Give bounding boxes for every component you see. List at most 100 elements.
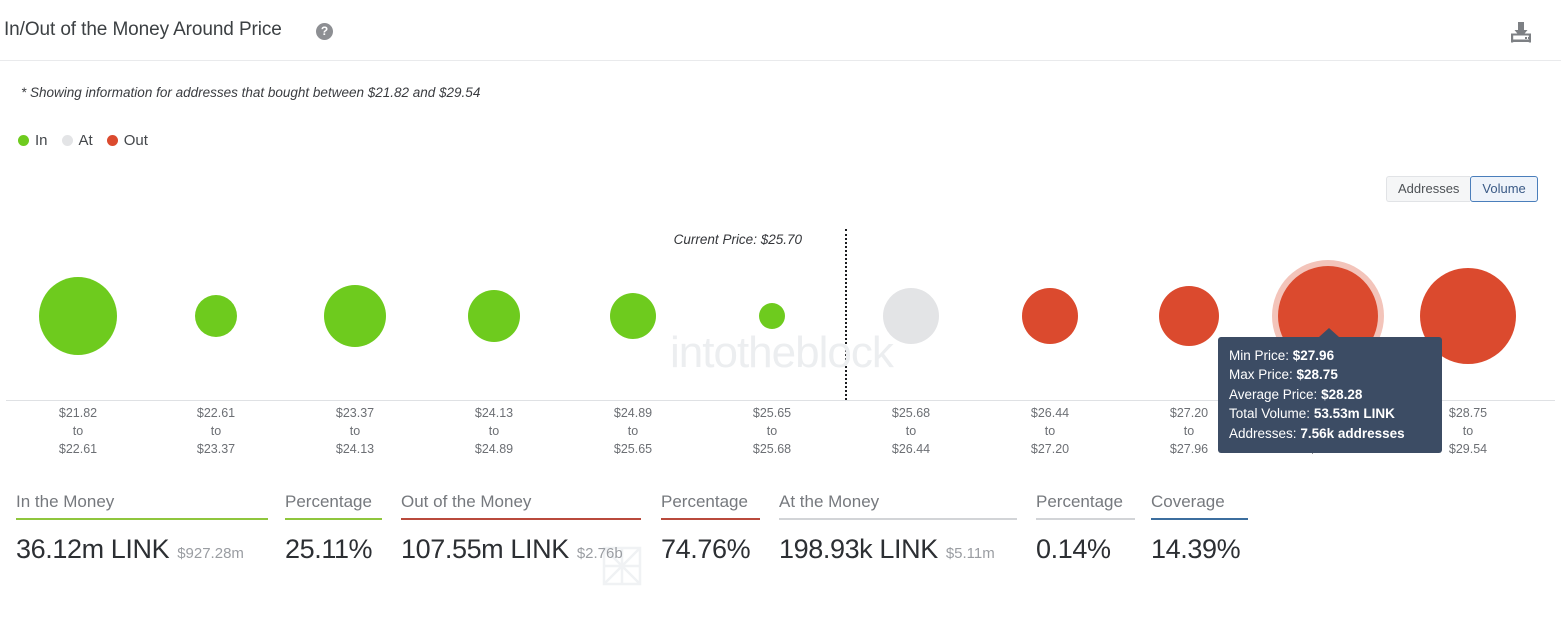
x-axis-tick-1: $21.82to$22.61 [18,404,138,458]
tooltip-row-label: Total Volume: [1229,406,1310,421]
range-note: * Showing information for addresses that… [21,85,480,100]
bubble-in-1[interactable] [39,277,117,355]
tick-high: $27.20 [990,440,1110,458]
stat-values: 198.93k LINK $5.11m [779,534,1017,565]
stat-block-percentage: Percentage 25.11% [285,492,382,565]
stat-label: Percentage [1036,492,1135,518]
stat-label: Percentage [661,492,760,518]
stat-values: 0.14% [1036,534,1135,565]
stat-label: At the Money [779,492,1017,518]
stat-values: 107.55m LINK$2.76b [401,534,641,565]
stat-label: Out of the Money [401,492,641,518]
tick-low: $25.68 [851,404,971,422]
tooltip-row: Total Volume: 53.53m LINK [1229,404,1431,423]
legend-label-in: In [35,132,48,149]
stat-underline [16,518,268,520]
bubble-in-5[interactable] [610,293,656,339]
x-axis-tick-2: $22.61to$23.37 [156,404,276,458]
tooltip-row-label: Average Price: [1229,387,1317,402]
tick-high: $25.65 [573,440,693,458]
x-axis-tick-6: $25.65to$25.68 [712,404,832,458]
tick-to: to [156,422,276,440]
legend: In At Out [18,132,162,149]
stat-main-value: 74.76% [661,534,750,565]
legend-item-in[interactable]: In [18,132,48,149]
tooltip-row-value: $28.28 [1321,387,1362,402]
tick-to: to [295,422,415,440]
stat-underline [285,518,382,520]
stat-main-value: 36.12m LINK [16,534,169,565]
legend-label-at: At [79,132,93,149]
bubble-tooltip: Min Price: $27.96Max Price: $28.75Averag… [1218,337,1442,453]
legend-dot-in-icon [18,135,29,146]
stat-secondary-value: $2.76b [577,545,623,562]
x-axis-tick-7: $25.68to$26.44 [851,404,971,458]
legend-item-at[interactable]: At [62,132,93,149]
tooltip-row: Min Price: $27.96 [1229,346,1431,365]
stat-label: In the Money [16,492,268,518]
tick-high: $23.37 [156,440,276,458]
tooltip-row: Average Price: $28.28 [1229,385,1431,404]
download-icon[interactable] [1508,20,1534,44]
toggle-volume-button[interactable]: Volume [1470,176,1537,202]
legend-label-out: Out [124,132,148,149]
tick-to: to [712,422,832,440]
tick-high: $25.68 [712,440,832,458]
tooltip-row-value: 7.56k addresses [1300,426,1404,441]
tick-high: $22.61 [18,440,138,458]
current-price-label: Current Price: $25.70 [674,232,802,247]
bubble-in-4[interactable] [468,290,520,342]
stat-values: 36.12m LINK $927.28m [16,534,268,565]
toggle-addresses-button[interactable]: Addresses [1386,176,1470,202]
stat-underline [1151,518,1248,520]
tick-high: $26.44 [851,440,971,458]
legend-dot-out-icon [107,135,118,146]
x-axis-tick-4: $24.13to$24.89 [434,404,554,458]
tooltip-row-label: Max Price: [1229,367,1293,382]
stat-secondary-value: $927.28m [177,545,244,562]
stat-main-value: 14.39% [1151,534,1240,565]
bubble-in-3[interactable] [324,285,386,347]
widget-header: In/Out of the Money Around Price ? [0,0,1561,61]
bubble-in-2[interactable] [195,295,237,337]
tooltip-arrow-icon [1319,328,1339,337]
tick-low: $21.82 [18,404,138,422]
stat-underline [661,518,760,520]
tick-high: $24.89 [434,440,554,458]
tick-to: to [18,422,138,440]
legend-item-out[interactable]: Out [107,132,148,149]
tooltip-row-label: Min Price: [1229,348,1289,363]
bubble-out-8[interactable] [1022,288,1078,344]
stat-values: 25.11% [285,534,382,565]
stat-secondary-value: $5.11m [946,545,995,562]
stat-underline [1036,518,1135,520]
tooltip-row: Addresses: 7.56k addresses [1229,424,1431,443]
tick-to: to [573,422,693,440]
tick-low: $24.13 [434,404,554,422]
stat-block-at-the-money: At the Money 198.93k LINK $5.11m [779,492,1017,565]
bubble-out-9[interactable] [1159,286,1219,346]
bubble-in-6[interactable] [759,303,785,329]
metric-toggle-group: Addresses Volume [1386,176,1538,202]
stat-label: Coverage [1151,492,1248,518]
tick-to: to [990,422,1110,440]
tooltip-row-value: $28.75 [1297,367,1338,382]
stat-main-value: 0.14% [1036,534,1111,565]
tick-low: $23.37 [295,404,415,422]
stat-label: Percentage [285,492,382,518]
stat-main-value: 25.11% [285,534,372,565]
widget-root: In/Out of the Money Around Price ? * Sho… [0,0,1561,620]
tooltip-row-value: $27.96 [1293,348,1334,363]
download-icon-glyph [1508,20,1534,44]
question-mark-icon[interactable]: ? [316,23,333,40]
summary-stats: In the Money 36.12m LINK $927.28m Percentag… [0,492,1561,592]
tick-high: $24.13 [295,440,415,458]
stat-values: 14.39% [1151,534,1248,565]
tick-low: $22.61 [156,404,276,422]
stat-main-value: 198.93k LINK [779,534,938,565]
tick-low: $26.44 [990,404,1110,422]
tick-low: $25.65 [712,404,832,422]
stat-block-percentage: Percentage 74.76% [661,492,760,565]
stat-block-out-of-the-money: Out of the Money 107.55m LINK$2.76b [401,492,641,565]
stat-values: 74.76% [661,534,760,565]
